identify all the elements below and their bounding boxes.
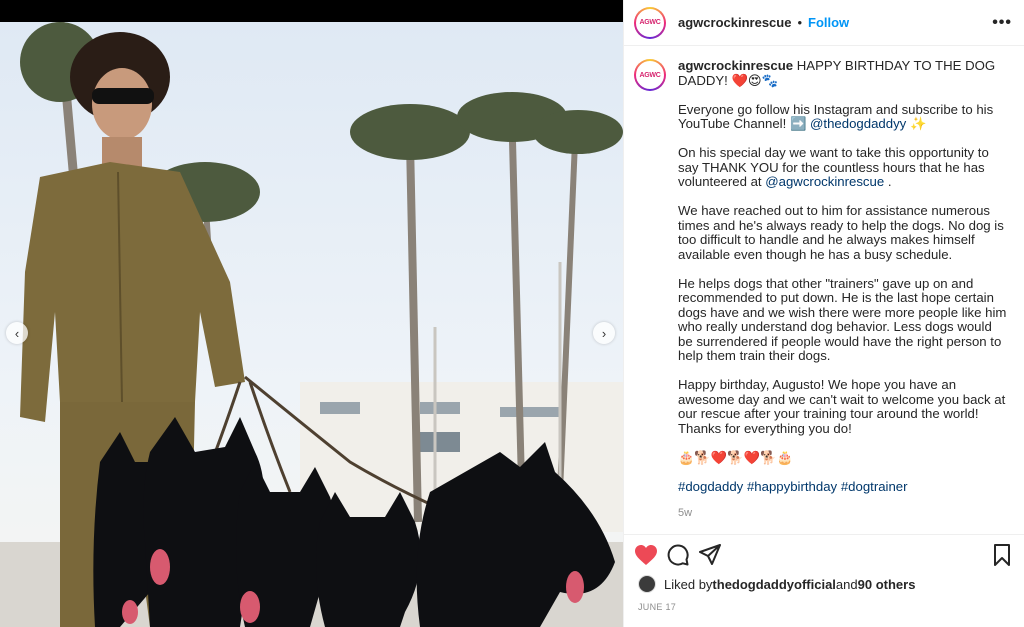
chevron-left-icon: ‹: [14, 325, 20, 341]
hashtag-link[interactable]: #dogdaddy: [678, 479, 743, 494]
post-date[interactable]: JUNE 17: [638, 602, 676, 612]
caption-emoji: ✨: [906, 116, 927, 131]
comment-button[interactable]: [666, 543, 690, 567]
bookmark-icon: [994, 543, 1010, 566]
caption-paragraph-6: Happy birthday, Augusto! We hope you hav…: [678, 377, 1006, 436]
separator-dot: •: [797, 15, 803, 30]
hashtag-link[interactable]: #dogtrainer: [841, 479, 908, 494]
likes-summary: Liked by thedogdaddyofficial and 90 othe…: [638, 575, 915, 593]
action-bar: [624, 534, 1024, 574]
share-button[interactable]: [698, 543, 722, 567]
avatar-logo: AGWC: [639, 19, 661, 26]
follow-button[interactable]: Follow: [808, 15, 849, 30]
caption-hashtags: #dogdaddy #happybirthday #dogtrainer: [678, 479, 1008, 495]
mention-link[interactable]: @thedogdaddyy: [810, 116, 906, 131]
likes-prefix: Liked by: [664, 576, 713, 592]
liker-avatar[interactable]: [638, 575, 656, 593]
likes-mid: and: [835, 576, 858, 592]
caption-avatar[interactable]: AGWC: [634, 59, 666, 91]
carousel-next-button[interactable]: ›: [593, 322, 615, 344]
caption-paragraph-4: We have reached out to him for assistanc…: [678, 203, 1004, 262]
hashtag-link[interactable]: #happybirthday: [747, 479, 837, 494]
post-side-panel: AGWC agwcrockinrescue • Follow ••• AGWC …: [623, 0, 1024, 627]
like-button[interactable]: [634, 543, 658, 567]
caption-username[interactable]: agwcrockinrescue: [678, 58, 793, 73]
save-button[interactable]: [990, 543, 1014, 567]
caption-paragraph-2: Everyone go follow his Instagram and sub…: [678, 102, 1008, 132]
comment-icon: [667, 544, 689, 566]
avatar[interactable]: AGWC: [634, 6, 666, 39]
photo-illustration: [0, 22, 623, 627]
post-photo[interactable]: [0, 22, 623, 627]
mention-link[interactable]: @agwcrockinrescue: [765, 174, 884, 189]
caption-paragraph-3: On his special day we want to take this …: [678, 145, 1008, 190]
carousel-prev-button[interactable]: ‹: [6, 322, 28, 344]
header-username[interactable]: agwcrockinrescue: [678, 15, 791, 30]
caption-text: .: [884, 174, 892, 189]
caption-body: agwcrockinrescue HAPPY BIRTHDAY TO THE D…: [678, 58, 1008, 521]
post-header: AGWC agwcrockinrescue • Follow •••: [624, 0, 1024, 46]
caption: AGWC agwcrockinrescue HAPPY BIRTHDAY TO …: [634, 58, 1010, 521]
post-time[interactable]: 5w: [678, 506, 1008, 521]
likes-others[interactable]: 90 others: [858, 577, 916, 592]
caption-line-1: agwcrockinrescue HAPPY BIRTHDAY TO THE D…: [678, 58, 1008, 88]
chevron-right-icon: ›: [601, 325, 607, 341]
heart-icon: [635, 544, 657, 565]
avatar-logo: AGWC: [639, 71, 661, 79]
more-icon[interactable]: •••: [992, 14, 1012, 32]
liker-username[interactable]: thedogdaddyofficial: [712, 577, 836, 592]
caption-emoji-row: 🎂🐕❤️🐕❤️🐕🎂: [678, 449, 793, 465]
caption-paragraph-5: He helps dogs that other "trainers" gave…: [678, 275, 1007, 363]
share-icon: [699, 543, 721, 565]
comments-area[interactable]: AGWC agwcrockinrescue HAPPY BIRTHDAY TO …: [624, 47, 1024, 534]
post-media: ‹ ›: [0, 0, 623, 627]
